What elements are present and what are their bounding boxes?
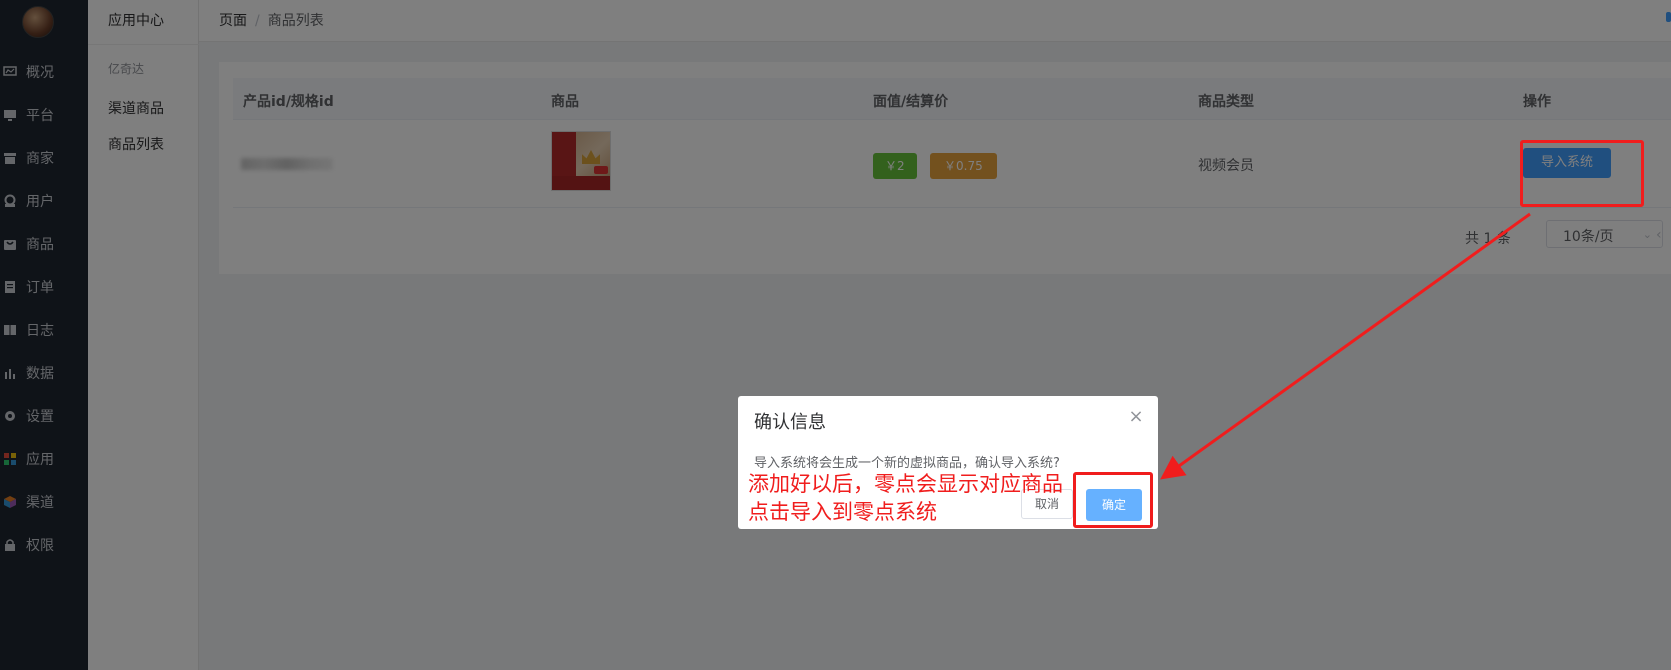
dialog-message: 导入系统将会生成一个新的虚拟商品，确认导入系统?: [754, 456, 1060, 471]
annotation-text: 添加好以后，零点会显示对应商品 点击导入到零点系统: [748, 470, 1063, 526]
modal-overlay[interactable]: [0, 0, 1671, 670]
annotation-line-1: 添加好以后，零点会显示对应商品: [748, 472, 1063, 496]
annotation-line-2: 点击导入到零点系统: [748, 500, 937, 524]
annotation-highlight-import: [1520, 140, 1644, 207]
annotation-highlight-confirm: [1073, 472, 1153, 528]
dialog-title: 确认信息: [754, 412, 826, 433]
close-icon[interactable]: ×: [1128, 408, 1144, 426]
